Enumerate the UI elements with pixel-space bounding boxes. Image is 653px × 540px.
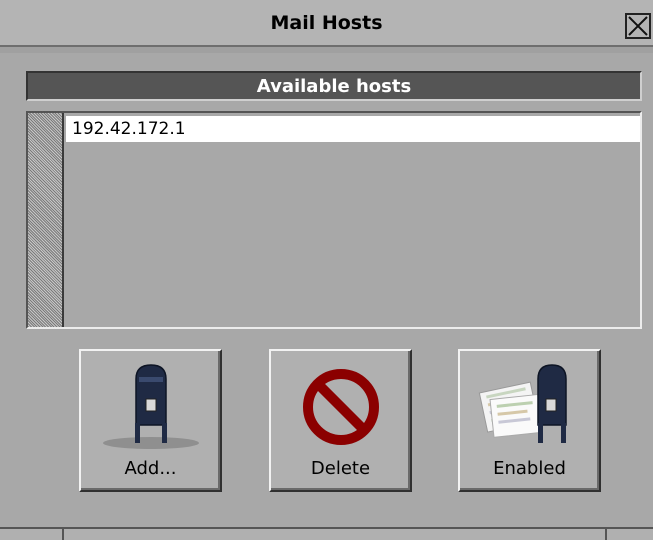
host-address: 192.42.172.1 [72, 119, 186, 139]
status-bar [0, 527, 653, 540]
delete-button-label: Delete [310, 458, 371, 479]
close-button[interactable] [625, 13, 651, 39]
hosts-list[interactable]: 192.42.172.1 [26, 111, 642, 329]
delete-button[interactable]: Delete [269, 349, 412, 492]
hosts-header: Available hosts [26, 71, 642, 101]
window-title: Mail Hosts [270, 12, 383, 34]
title-bar[interactable]: Mail Hosts [0, 0, 653, 47]
hosts-header-label: Available hosts [256, 76, 412, 97]
mailbox-icon [102, 364, 199, 449]
close-icon [628, 16, 648, 36]
list-item-host[interactable]: 192.42.172.1 [66, 116, 640, 142]
add-button-label: Add... [124, 458, 177, 479]
add-button[interactable]: Add... [79, 349, 222, 492]
prohibited-icon [302, 369, 379, 445]
list-area[interactable]: 192.42.172.1 [64, 113, 640, 327]
mailbox-with-letters-icon [478, 364, 567, 443]
title-bar-edge [0, 47, 653, 53]
mail-hosts-window: Mail Hosts Available hosts 192.42.172.1 [0, 0, 653, 540]
list-gutter [28, 113, 64, 327]
status-cell-main [64, 529, 607, 540]
enabled-button[interactable]: Enabled [458, 349, 601, 492]
enabled-button-label: Enabled [493, 458, 566, 479]
status-cell-left [0, 529, 64, 540]
